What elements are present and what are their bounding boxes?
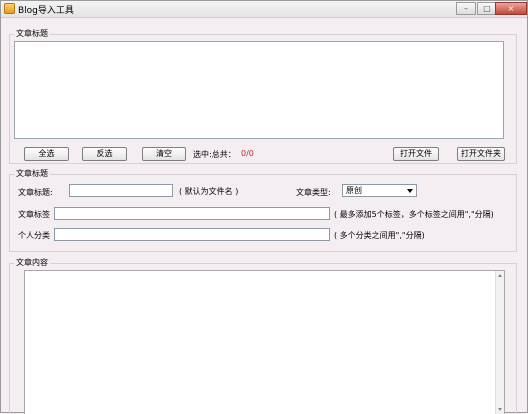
- open-file-button[interactable]: 打开文件: [393, 147, 439, 161]
- selected-count: 0/0: [241, 149, 254, 158]
- scroll-up-icon[interactable]: [498, 274, 502, 277]
- file-listbox[interactable]: [14, 41, 504, 139]
- title-label: 文章标题:: [18, 188, 53, 197]
- content-group-label: 文章内容: [14, 257, 50, 268]
- close-button[interactable]: ×: [495, 2, 527, 15]
- metadata-group-label: 文章标题: [14, 168, 50, 179]
- scroll-down-icon[interactable]: [498, 408, 502, 411]
- selected-label: 选中:总共：: [193, 150, 236, 159]
- title-bar: Blog导入工具 – □ ×: [1, 1, 527, 18]
- chevron-down-icon: [407, 189, 413, 193]
- main-window: Blog导入工具 – □ × 文章标题 全选 反选 清空 选中:总共： 0/0 …: [0, 0, 528, 414]
- category-input[interactable]: [54, 228, 330, 241]
- minimize-button[interactable]: –: [456, 2, 476, 15]
- select-all-button[interactable]: 全选: [24, 147, 69, 161]
- tags-input[interactable]: [54, 207, 330, 220]
- invert-selection-button[interactable]: 反选: [82, 147, 127, 161]
- title-hint: ( 默认为文件名 ): [179, 187, 239, 196]
- type-select[interactable]: 原创: [342, 184, 417, 197]
- category-label: 个人分类: [18, 231, 50, 240]
- title-input[interactable]: [69, 184, 173, 197]
- content-scrollbar[interactable]: [495, 271, 504, 414]
- content-textarea[interactable]: [24, 270, 505, 414]
- category-hint: ( 多个分类之间用","分隔): [334, 231, 425, 240]
- open-folder-button[interactable]: 打开文件夹: [457, 147, 505, 161]
- maximize-button[interactable]: □: [477, 2, 497, 15]
- tags-hint: ( 最多添加5个标签，多个标签之间用","分隔): [334, 210, 494, 219]
- type-label: 文章类型:: [296, 188, 331, 197]
- tags-label: 文章标签: [18, 210, 50, 219]
- app-icon: [4, 3, 15, 14]
- file-list-group-label: 文章标题: [14, 28, 50, 39]
- window-title: Blog导入工具: [18, 6, 74, 16]
- type-select-value: 原创: [346, 186, 362, 195]
- clear-button[interactable]: 清空: [142, 147, 186, 161]
